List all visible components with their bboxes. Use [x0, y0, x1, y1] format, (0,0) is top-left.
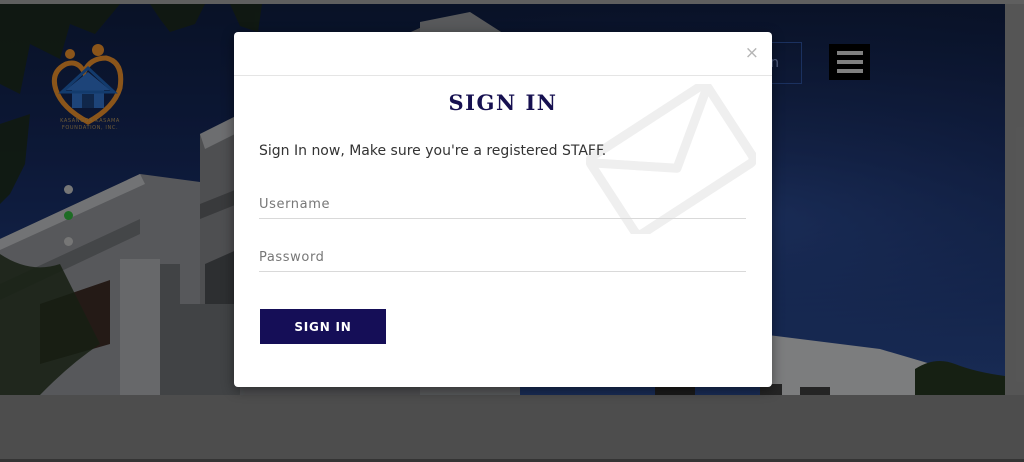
sign-in-button[interactable]: SIGN IN	[260, 309, 386, 344]
username-field	[259, 192, 746, 219]
username-input[interactable]	[259, 192, 746, 216]
sign-in-modal: × SIGN IN Sign In now, Make sure you're …	[234, 32, 772, 387]
modal-description: Sign In now, Make sure you're a register…	[259, 143, 607, 159]
close-button[interactable]: ×	[745, 43, 759, 63]
password-input[interactable]	[259, 245, 746, 269]
modal-title: SIGN IN	[448, 90, 558, 115]
password-field	[259, 245, 746, 272]
modal-header: ×	[234, 32, 772, 76]
